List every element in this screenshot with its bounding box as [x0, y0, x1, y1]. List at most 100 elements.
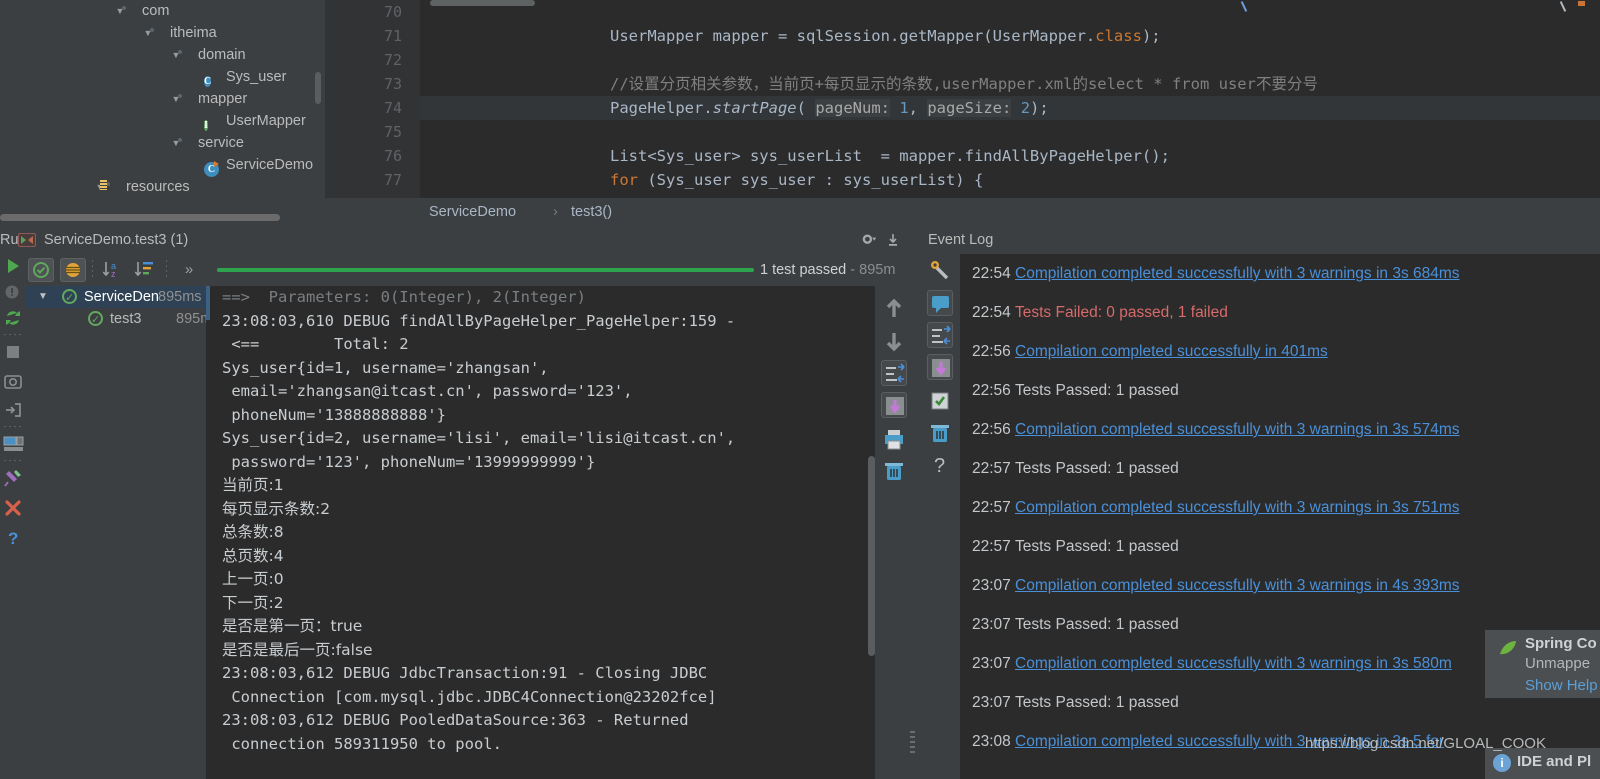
line-number: 74 [383, 99, 402, 117]
event-log-row[interactable]: 22:54 Compilation completed successfully … [960, 254, 1600, 293]
console-right-toolbar[interactable] [875, 286, 913, 779]
breadcrumb-method[interactable]: test3() [571, 198, 612, 226]
tree-item-servicedemo[interactable]: C ServiceDemo [0, 154, 325, 177]
tree-item-domain[interactable]: ▼ domain [0, 44, 325, 66]
balloon-notifications-icon[interactable] [927, 290, 953, 316]
editor-horizontal-scrollbar[interactable] [430, 0, 535, 6]
event-log-row[interactable]: 22:57 Tests Passed: 1 passed [960, 449, 1600, 488]
splitter-handle[interactable] [910, 731, 915, 755]
soft-wrap-icon[interactable] [881, 360, 907, 386]
print-icon[interactable] [881, 426, 907, 452]
event-time: 22:56 [972, 343, 1011, 360]
project-tree-horizontal-scrollbar[interactable] [0, 214, 280, 221]
code-line[interactable]: for (Sys_user sys_user : sys_userList) { [420, 168, 983, 192]
layout-settings-icon[interactable] [3, 434, 24, 454]
breadcrumb[interactable]: ServiceDemo › test3() [325, 198, 1600, 226]
mark-all-read-icon[interactable] [927, 388, 953, 414]
tree-item-service[interactable]: ▼ service [0, 132, 325, 154]
toggle-auto-test-icon[interactable] [3, 308, 23, 328]
editor-code-area[interactable]: UserMapper mapper = sqlSession.getMapper… [420, 0, 1600, 198]
close-icon[interactable] [3, 498, 23, 518]
soft-wrap-icon[interactable] [927, 322, 953, 348]
settings-wrench-icon[interactable] [927, 258, 953, 284]
tree-item-usermapper[interactable]: I UserMapper [0, 110, 325, 132]
rerun-failed-tests-icon[interactable] [3, 282, 23, 302]
console-output[interactable]: ==> Parameters: 0(Integer), 2(Integer) 23… [206, 286, 913, 779]
java-class-icon: C [204, 76, 212, 87]
expand-toolbar-icon[interactable]: » [176, 258, 202, 282]
tree-item-resources[interactable]: ▼resources [0, 176, 325, 198]
sort-alphabetically-icon[interactable]: a z [100, 258, 126, 282]
test-tree-row[interactable]: ▼ ServiceDen895ms [26, 286, 206, 309]
code-token: UserMapper mapper = sqlSession.getMapper… [610, 27, 1096, 45]
tests-tree[interactable]: ▼ ServiceDen895ms test3895ms [26, 286, 220, 779]
event-log-list[interactable]: 22:54 Compilation completed successfully … [960, 254, 1600, 779]
run-left-toolbar[interactable]: ? [0, 254, 26, 779]
event-log-row[interactable]: 22:56 Compilation completed successfully … [960, 332, 1600, 371]
export-icon[interactable] [885, 232, 901, 248]
help-icon[interactable]: ? [927, 452, 953, 478]
breadcrumb-class[interactable]: ServiceDemo [429, 198, 516, 226]
pin-tab-icon[interactable] [3, 468, 23, 488]
project-tree-vertical-scrollbar[interactable] [315, 72, 321, 104]
clear-all-icon[interactable] [881, 458, 907, 484]
code-token: for [610, 171, 638, 189]
tests-toolbar[interactable]: a z » [26, 254, 211, 286]
chevron-down-icon[interactable]: ▼ [38, 286, 48, 308]
scroll-down-icon[interactable] [881, 328, 907, 354]
settings-gear-icon[interactable] [859, 232, 877, 248]
console-line: Sys_user{id=2, username='lisi', email='l… [222, 429, 736, 447]
scroll-to-end-icon[interactable] [927, 354, 953, 380]
folder-icon [120, 3, 136, 19]
tree-item-sys_user[interactable]: C Sys_user [0, 66, 325, 88]
help-icon[interactable]: ? [3, 528, 23, 548]
run-configuration-name[interactable]: ServiceDemo.test3 (1) [44, 226, 188, 254]
toolbar-separator [4, 426, 22, 427]
event-message[interactable]: Compilation completed successfully with … [1015, 566, 1460, 605]
scroll-up-icon[interactable] [881, 296, 907, 322]
event-message[interactable]: Compilation completed successfully with … [1015, 644, 1452, 683]
tree-item-com[interactable]: ▼ com [0, 0, 325, 22]
attach-icon[interactable] [3, 400, 23, 420]
event-message[interactable]: Compilation completed successfully in 40… [1015, 332, 1328, 371]
console-vertical-scrollbar[interactable] [868, 456, 875, 656]
event-log-row[interactable]: 22:57 Tests Passed: 1 passed [960, 527, 1600, 566]
tree-item-itheima[interactable]: ▼ itheima [0, 22, 325, 44]
console-line: 23:08:03,612 DEBUG PooledDataSource:363 … [222, 711, 689, 729]
spring-notification-title: Spring Co [1525, 635, 1597, 652]
console-line: email='zhangsan@itcast.cn', password='12… [222, 382, 633, 400]
code-line[interactable]: PageHelper.startPage( pageNum: 1, pageSi… [420, 96, 1049, 120]
code-line[interactable]: List<Sys_user> sys_userList = mapper.fin… [420, 144, 1170, 168]
event-log-row[interactable]: 22:56 Tests Passed: 1 passed [960, 371, 1600, 410]
code-editor[interactable]: 70 71 72 73 74 75 76 77 UserMapper mapper = sql… [325, 0, 1600, 198]
event-message[interactable]: Compilation completed successfully with … [1015, 254, 1460, 293]
clear-all-icon[interactable] [927, 420, 953, 446]
tree-item-label: itheima [170, 25, 217, 41]
rerun-icon[interactable] [3, 256, 23, 276]
event-log-row[interactable]: 22:57 Compilation completed successfully … [960, 488, 1600, 527]
spring-notification-popup[interactable]: Spring Co Unmappe Show Help [1485, 630, 1600, 698]
project-tree-panel[interactable]: ▼ com ▼ itheima ▼ domain C Sys_user ▼ mapper I User… [0, 0, 325, 226]
code-line[interactable]: UserMapper mapper = sqlSession.getMapper… [420, 24, 1161, 48]
stop-icon[interactable] [3, 342, 23, 362]
show-passed-tests-toggle[interactable] [28, 258, 54, 282]
test-tree-row[interactable]: test3895ms [26, 308, 220, 331]
test-duration-label: - 895m [850, 262, 896, 278]
event-log-row[interactable]: 22:56 Compilation completed successfully … [960, 410, 1600, 449]
event-message[interactable]: Compilation completed successfully with … [1015, 488, 1460, 527]
event-log-toolbar[interactable]: ? [920, 254, 960, 779]
code-line[interactable]: //设置分页相关参数，当前页+每页显示的条数,userMapper.xml的se… [420, 72, 1318, 96]
editor-gutter[interactable]: 70 71 72 73 74 75 76 77 [325, 0, 420, 198]
scroll-to-end-icon[interactable] [881, 392, 907, 418]
tree-item-mapper[interactable]: ▼ mapper [0, 88, 325, 110]
event-time: 22:57 [972, 460, 1011, 477]
event-log-row[interactable]: 23:07 Compilation completed successfully … [960, 566, 1600, 605]
dump-threads-icon[interactable] [3, 372, 23, 392]
show-ignored-tests-toggle[interactable] [60, 258, 86, 282]
sort-by-duration-icon[interactable] [132, 258, 158, 282]
resources-folder-icon [104, 179, 120, 195]
show-help-link[interactable]: Show Help [1525, 677, 1598, 694]
event-log-row[interactable]: 22:54 Tests Failed: 0 passed, 1 failed [960, 293, 1600, 332]
event-message[interactable]: Compilation completed successfully with … [1015, 410, 1460, 449]
ide-plugin-notification-popup[interactable]: i IDE and Pl [1485, 748, 1600, 779]
